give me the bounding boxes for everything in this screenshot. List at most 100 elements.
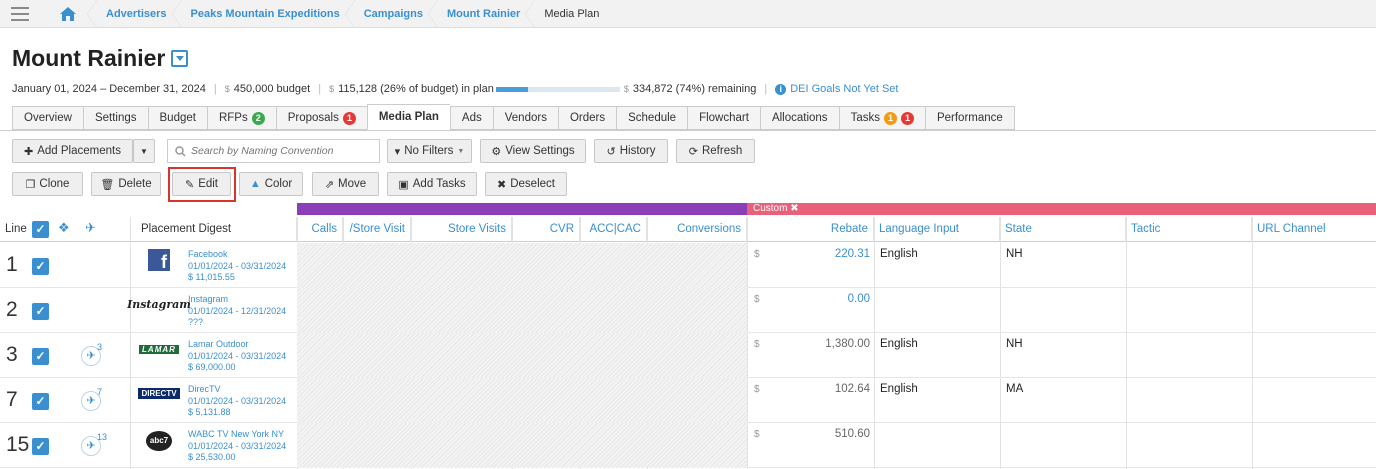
page-title: Mount Rainier — [12, 45, 189, 72]
tab-flowchart[interactable]: Flowchart — [687, 106, 760, 130]
count-badge: 1 — [883, 111, 897, 125]
header-store-visit[interactable]: /Store Visit — [343, 217, 411, 242]
header-cvr[interactable]: CVR — [512, 217, 580, 242]
placement-dates: 01/01/2024 - 03/31/2024 — [188, 260, 287, 271]
tab-media-plan[interactable]: Media Plan — [366, 104, 450, 130]
language-value[interactable]: English — [880, 248, 918, 260]
rebate-value[interactable]: 510.60 — [835, 428, 870, 440]
tab-ads[interactable]: Ads — [449, 106, 493, 130]
add-placements-button[interactable]: ✚ Add Placements — [12, 139, 133, 163]
rebate-value[interactable]: 0.00 — [848, 293, 870, 305]
header-acc-cac[interactable]: ACC|CAC — [580, 217, 647, 242]
breadcrumb-campaign[interactable]: Mount Rainier — [437, 0, 536, 28]
placement-digest[interactable]: WABC TV New York NY 01/01/2024 - 03/31/20… — [188, 429, 286, 464]
menu-icon[interactable] — [0, 0, 40, 28]
refresh-button[interactable]: ⟳ Refresh — [676, 139, 755, 163]
placement-digest[interactable]: Facebook 01/01/2024 - 03/31/2024 $ 11,015.… — [188, 249, 286, 284]
home-icon[interactable] — [40, 0, 97, 28]
header-state[interactable]: State — [1000, 217, 1126, 242]
language-value[interactable]: English — [880, 383, 918, 395]
state-value[interactable]: NH — [1006, 248, 1023, 260]
placement-dates: 01/01/2024 - 03/31/2024 — [188, 395, 287, 406]
rebate-value[interactable]: 220.31 — [835, 248, 870, 260]
history-button[interactable]: ↺ History — [594, 139, 668, 163]
placement-cost: ??? — [188, 317, 204, 327]
tab-performance[interactable]: Performance — [924, 106, 1015, 130]
airplane-icon[interactable]: ✈ — [85, 220, 96, 236]
tab-rfps[interactable]: RFPs 2 — [206, 106, 276, 130]
tab-schedule[interactable]: Schedule — [616, 106, 688, 130]
placement-digest[interactable]: DirecTV 01/01/2024 - 03/31/2024 $ 5,131.88 — [188, 384, 286, 419]
breadcrumb-current: Media Plan — [544, 7, 600, 20]
tab-settings[interactable]: Settings — [82, 106, 148, 130]
table-row[interactable]: 1 ✓ f Facebook 01/01/2024 - 03/31/2024 $ 11,0… — [0, 243, 1376, 288]
tab-allocations[interactable]: Allocations — [759, 106, 839, 130]
placement-name: Lamar Outdoor — [188, 339, 249, 349]
rebate-value[interactable]: 1,380.00 — [825, 338, 870, 350]
move-button[interactable]: ⇗ Move — [312, 172, 379, 196]
custom-column-band[interactable]: Custom ✖ — [747, 203, 1376, 215]
header-tactic[interactable]: Tactic — [1126, 217, 1252, 242]
line-number: 3 — [6, 343, 18, 366]
row-checkbox[interactable]: ✓ — [32, 303, 49, 320]
placement-cost: $ 11,015.55 — [188, 272, 235, 282]
placement-digest[interactable]: Lamar Outdoor 01/01/2024 - 03/31/2024 $ 69… — [188, 339, 286, 374]
breadcrumb-campaigns[interactable]: Campaigns — [354, 0, 439, 28]
chevron-down-icon[interactable] — [171, 50, 189, 67]
search-field[interactable] — [167, 139, 380, 163]
header-url-channel[interactable]: URL Channel — [1252, 217, 1376, 242]
line-number: 2 — [6, 298, 18, 321]
header-conversions[interactable]: Conversions — [647, 217, 747, 242]
disabled-cells — [297, 288, 747, 333]
dropbox-icon[interactable]: ❖ — [58, 220, 70, 236]
header-language-input[interactable]: Language Input — [874, 217, 1000, 242]
date-range: January 01, 2024 – December 31, 2024 — [12, 83, 206, 95]
tab-budget[interactable]: Budget — [147, 106, 207, 130]
paint-bucket-icon: ▲ — [249, 178, 261, 190]
add-tasks-button[interactable]: ▣ Add Tasks — [387, 172, 477, 196]
remaining: 334,872 (74%) remaining — [632, 83, 757, 95]
breadcrumb-advertiser[interactable]: Peaks Mountain Expeditions — [181, 0, 355, 28]
view-settings-button[interactable]: ⚙ View Settings — [480, 139, 586, 163]
header-rebate[interactable]: Rebate — [747, 217, 874, 242]
breadcrumb-advertisers[interactable]: Advertisers — [96, 0, 182, 28]
header-store-visits[interactable]: Store Visits — [411, 217, 512, 242]
table-row[interactable]: 2 ✓ Instagram Instagram 01/01/2024 - 12/31/2… — [0, 288, 1376, 333]
disabled-cells — [297, 333, 747, 378]
color-button[interactable]: ▲ Color — [239, 172, 303, 196]
table-row[interactable]: 15 ✓ ✈ 13 abc7 WABC TV New York NY 01/01/2024 … — [0, 423, 1376, 468]
row-checkbox[interactable]: ✓ — [32, 258, 49, 275]
state-value[interactable]: NH — [1006, 338, 1023, 350]
dei-goals-link[interactable]: DEI Goals Not Yet Set — [790, 83, 898, 95]
add-placements-dropdown[interactable]: ▼ — [133, 139, 155, 163]
row-checkbox[interactable]: ✓ — [32, 393, 49, 410]
placement-name: DirecTV — [188, 384, 221, 394]
line-number: 1 — [6, 253, 18, 276]
tab-proposals[interactable]: Proposals 1 — [275, 106, 367, 130]
language-value[interactable]: English — [880, 338, 918, 350]
table-row[interactable]: 7 ✓ ✈ 7 DIRECTV DirecTV 01/01/2024 - 03/31/202… — [0, 378, 1376, 423]
row-checkbox[interactable]: ✓ — [32, 348, 49, 365]
disabled-cells — [297, 243, 747, 288]
header-calls[interactable]: Calls — [297, 217, 343, 242]
tab-vendors[interactable]: Vendors — [492, 106, 558, 130]
clone-button[interactable]: ❐ Clone — [12, 172, 83, 196]
placement-digest[interactable]: Instagram 01/01/2024 - 12/31/2024??? — [188, 294, 286, 329]
placement-name: WABC TV New York NY — [188, 429, 285, 439]
instagram-logo: Instagram — [127, 298, 191, 311]
tab-overview[interactable]: Overview — [12, 106, 83, 130]
header-placement-digest[interactable]: Placement Digest — [130, 217, 297, 242]
deselect-button[interactable]: ✖ Deselect — [485, 172, 567, 196]
select-all-checkbox[interactable]: ✓ — [32, 221, 49, 238]
tab-tasks[interactable]: Tasks 1 1 — [838, 106, 925, 130]
search-icon — [175, 145, 186, 157]
delete-button[interactable]: 🗑 Delete — [91, 172, 161, 196]
tab-orders[interactable]: Orders — [557, 106, 617, 130]
disabled-cells — [297, 378, 747, 423]
search-input[interactable] — [191, 145, 371, 157]
state-value[interactable]: MA — [1006, 383, 1023, 395]
rebate-value[interactable]: 102.64 — [835, 383, 870, 395]
table-row[interactable]: 3 ✓ ✈ 3 LAMAR Lamar Outdoor 01/01/2024 - 03/31… — [0, 333, 1376, 378]
row-checkbox[interactable]: ✓ — [32, 438, 49, 455]
filters-dropdown[interactable]: ▾ No Filters ▼ — [387, 139, 472, 163]
